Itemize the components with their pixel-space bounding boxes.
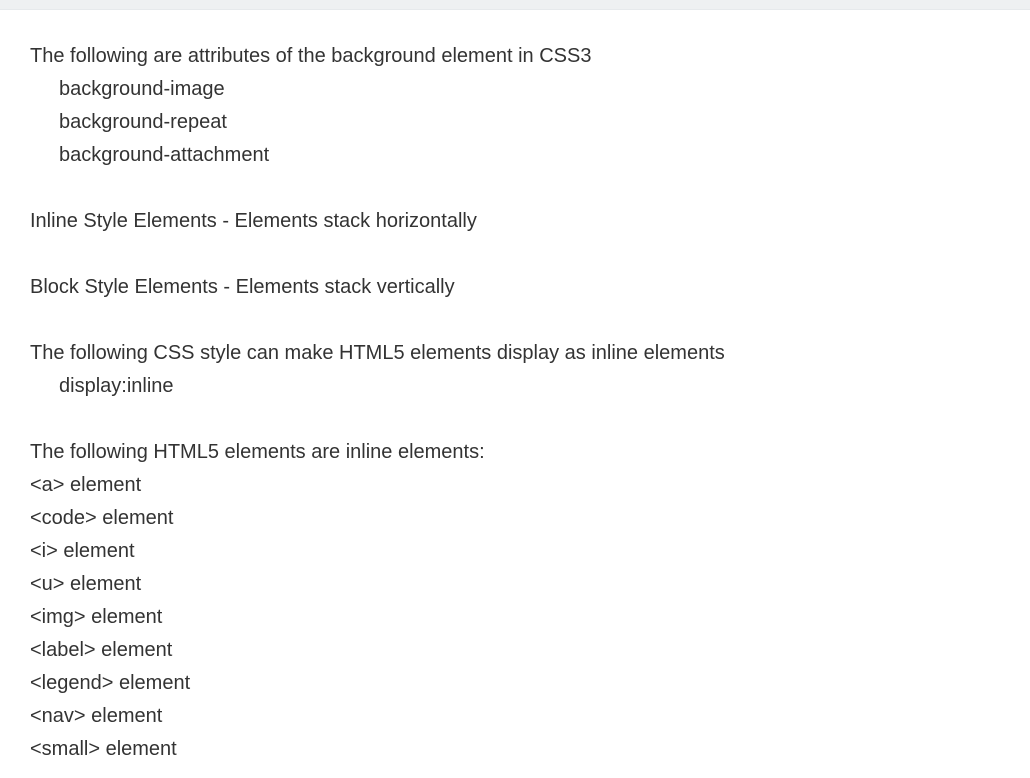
background-attributes-heading: The following are attributes of the back… <box>30 45 592 67</box>
inline-css-heading: The following CSS style can make HTML5 e… <box>30 342 725 364</box>
inline-style-note: Inline Style Elements - Elements stack h… <box>30 210 477 232</box>
list-item: background-image <box>59 78 225 100</box>
list-item: background-repeat <box>59 111 227 133</box>
top-header-strip <box>0 0 1030 10</box>
list-item: <code> element <box>30 507 174 529</box>
list-item: display:inline <box>59 375 174 397</box>
list-item: <nav> element <box>30 705 163 727</box>
list-item: <small> element <box>30 738 177 760</box>
list-item: background-attachment <box>59 144 270 166</box>
list-item: <a> element <box>30 474 142 496</box>
document-body: The following are attributes of the back… <box>30 40 1010 766</box>
inline-elements-heading: The following HTML5 elements are inline … <box>30 441 485 463</box>
block-style-note: Block Style Elements - Elements stack ve… <box>30 276 455 298</box>
list-item: <label> element <box>30 639 173 661</box>
list-item: <u> element <box>30 573 142 595</box>
list-item: <img> element <box>30 606 163 628</box>
list-item: <i> element <box>30 540 135 562</box>
list-item: <legend> element <box>30 672 191 694</box>
